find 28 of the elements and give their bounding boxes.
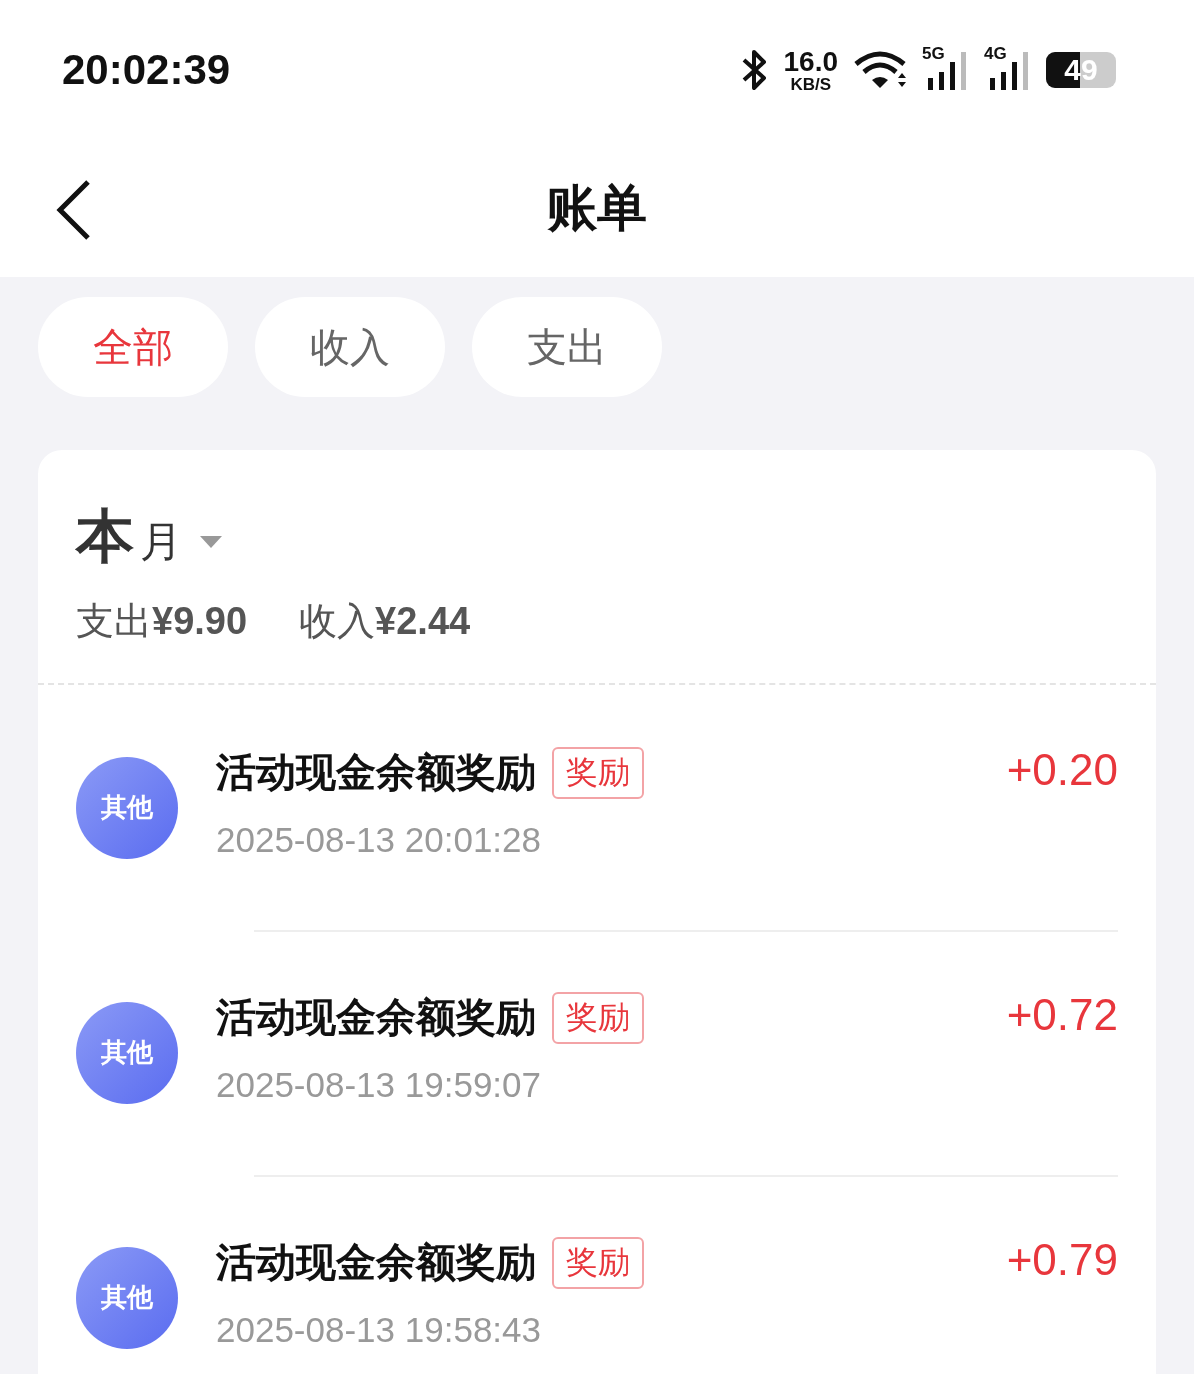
page-title: 账单 [547,178,647,239]
transaction-amount: +0.79 [1006,1235,1118,1285]
caret-icon [200,536,222,548]
transaction-amount: +0.20 [1006,745,1118,795]
filter-tab[interactable]: 收入 [255,297,445,397]
transaction-time: 2025-08-13 19:58:43 [216,1310,542,1350]
category-avatar: 其他 [76,1246,178,1349]
transaction-time: 2025-08-13 20:01:28 [216,820,542,860]
transaction-time: 2025-08-13 19:59:07 [216,1065,542,1105]
category-avatar: 其他 [76,756,178,859]
network-speed: 16.0 [783,47,838,76]
clock-time: 20:02:39 [62,46,231,94]
filter-tab[interactable]: 全部 [38,297,228,397]
transaction-title: 活动现金余额奖励 [216,993,536,1042]
filter-tab[interactable]: 支出 [472,297,662,397]
network-type: 4G [984,44,1007,64]
expense-total: 支出¥9.90 [76,598,248,645]
transaction-amount: +0.72 [1006,990,1118,1040]
transaction-title: 活动现金余额奖励 [216,748,536,797]
category-avatar: 其他 [76,1001,178,1104]
income-total: 收入¥2.44 [299,598,471,645]
network-type: 5G [922,44,945,64]
period-selector[interactable]: 本月 [76,450,1118,576]
transaction-title: 活动现金余额奖励 [216,1238,536,1287]
reward-tag: 奖励 [552,991,644,1044]
reward-tag: 奖励 [552,746,644,799]
reward-tag: 奖励 [552,1236,644,1289]
speed-unit: KB/S [790,75,832,93]
